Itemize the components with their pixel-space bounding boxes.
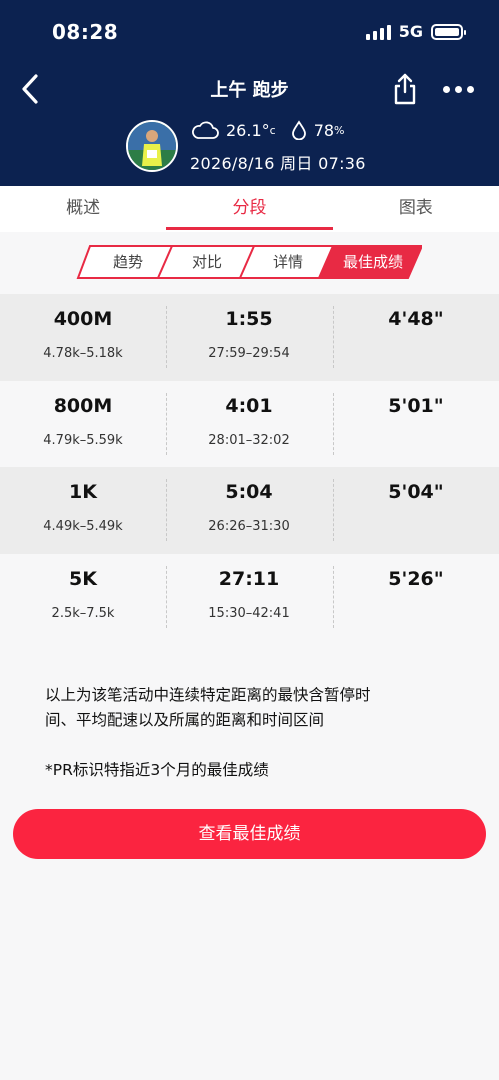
- time-range: 27:59–29:54: [208, 346, 290, 361]
- share-icon[interactable]: [390, 72, 420, 106]
- cloud-icon: [192, 121, 219, 139]
- time-value: 4:01: [225, 395, 273, 417]
- distance-range: 4.78k–5.18k: [43, 346, 123, 361]
- time-range: 28:01–32:02: [208, 433, 290, 448]
- distance-cell: 400M 4.78k–5.18k: [0, 294, 166, 381]
- segment-compare[interactable]: 对比: [166, 244, 248, 280]
- pace-value: 5'04": [388, 481, 444, 503]
- view-best-results-button[interactable]: 查看最佳成绩: [13, 809, 486, 859]
- more-icon[interactable]: [438, 76, 478, 102]
- pr-note: *PR标识特指近3个月的最佳成绩: [45, 761, 269, 779]
- time-value: 5:04: [225, 481, 273, 503]
- avatar[interactable]: [126, 120, 178, 172]
- pace-cell: 5'26": [333, 554, 499, 641]
- humidity-unit: %: [334, 123, 345, 137]
- segment-control: 趋势 对比 详情 最佳成绩: [76, 244, 422, 280]
- humidity-value: 78: [313, 120, 335, 140]
- time-cell: 5:04 26:26–31:30: [166, 467, 332, 554]
- time-cell: 1:55 27:59–29:54: [166, 294, 332, 381]
- temperature-value: 26.1°: [226, 120, 270, 140]
- time-range: 15:30–42:41: [208, 606, 290, 621]
- water-drop-icon: [291, 120, 306, 140]
- distance-label: 800M: [53, 395, 113, 417]
- pace-cell: 4'48": [333, 294, 499, 381]
- pace-value: 4'48": [388, 308, 444, 330]
- header-bar: 08:28 5G 上午 跑步 26.1° c 78 % 2026/8/16 周日…: [0, 0, 499, 186]
- segment-best-results[interactable]: 最佳成绩: [328, 244, 418, 280]
- page-title: 上午 跑步: [210, 80, 289, 101]
- main-tabs: 概述 分段 图表: [0, 186, 499, 232]
- record-row-400m: 400M 4.78k–5.18k 1:55 27:59–29:54 4'48": [0, 294, 499, 381]
- active-tab-indicator: [166, 227, 333, 230]
- distance-cell: 5K 2.5k–7.5k: [0, 554, 166, 641]
- distance-range: 2.5k–7.5k: [51, 606, 115, 621]
- network-label: 5G: [398, 22, 423, 41]
- battery-icon: [431, 23, 466, 40]
- back-icon[interactable]: [16, 72, 46, 106]
- distance-cell: 800M 4.79k–5.59k: [0, 381, 166, 468]
- time-cell: 4:01 28:01–32:02: [166, 381, 332, 468]
- activity-datetime: 2026/8/16 周日 07:36: [190, 154, 366, 173]
- time-range: 26:26–31:30: [208, 519, 290, 534]
- pace-cell: 5'01": [333, 381, 499, 468]
- distance-label: 1K: [69, 481, 97, 503]
- record-row-5k: 5K 2.5k–7.5k 27:11 15:30–42:41 5'26": [0, 554, 499, 641]
- tab-splits[interactable]: 分段: [166, 186, 332, 232]
- distance-range: 4.79k–5.59k: [43, 433, 123, 448]
- weather-info: 26.1° c 78%: [190, 120, 345, 140]
- tab-charts[interactable]: 图表: [333, 186, 499, 232]
- record-row-800m: 800M 4.79k–5.59k 4:01 28:01–32:02 5'01": [0, 381, 499, 468]
- description-line-1: 以上为该笔活动中连续特定距离的最快含暂停时: [45, 686, 371, 704]
- tab-overview[interactable]: 概述: [0, 186, 166, 232]
- signal-icon: [365, 24, 391, 40]
- pace-value: 5'26": [388, 568, 444, 590]
- status-icons: 5G: [365, 22, 466, 41]
- status-time: 08:28: [52, 20, 119, 44]
- time-value: 1:55: [225, 308, 273, 330]
- description-line-2: 间、平均配速以及所属的距离和时间区间: [45, 711, 325, 729]
- distance-cell: 1K 4.49k–5.49k: [0, 467, 166, 554]
- record-row-1k: 1K 4.49k–5.49k 5:04 26:26–31:30 5'04": [0, 467, 499, 554]
- pace-cell: 5'04": [333, 467, 499, 554]
- distance-label: 400M: [53, 308, 113, 330]
- temperature-unit: c: [269, 123, 276, 137]
- time-cell: 27:11 15:30–42:41: [166, 554, 332, 641]
- pace-value: 5'01": [388, 395, 444, 417]
- distance-label: 5K: [69, 568, 97, 590]
- segment-trend[interactable]: 趋势: [84, 244, 172, 280]
- segment-details[interactable]: 详情: [248, 244, 328, 280]
- distance-range: 4.49k–5.49k: [43, 519, 123, 534]
- time-value: 27:11: [218, 568, 280, 590]
